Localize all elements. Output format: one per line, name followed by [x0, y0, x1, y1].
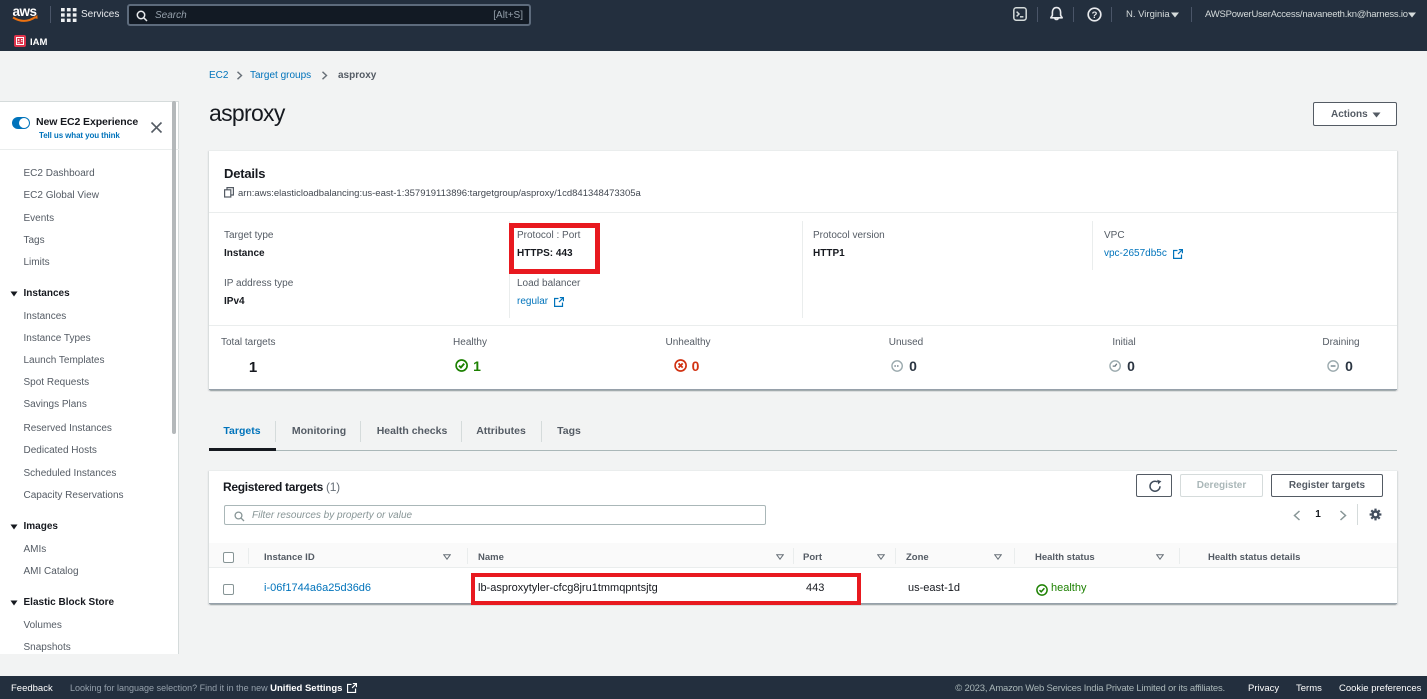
svg-text:aws: aws — [12, 4, 36, 19]
svg-text:?: ? — [1092, 10, 1098, 21]
